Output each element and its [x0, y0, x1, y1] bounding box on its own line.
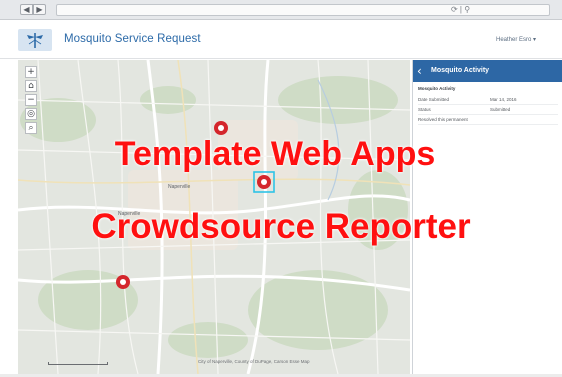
home-button[interactable]: ⌂ — [25, 80, 37, 92]
overlay-title-line-2: Crowdsource Reporter — [91, 207, 471, 246]
back-chevron-icon[interactable]: ‹ — [417, 64, 426, 78]
zoom-out-button[interactable]: − — [25, 94, 37, 106]
browser-forward-button[interactable]: ▶ — [33, 4, 46, 15]
app-logo — [18, 29, 52, 51]
mosquito-marker-icon[interactable] — [214, 121, 228, 135]
locate-button[interactable]: ◎ — [25, 108, 37, 120]
browser-toolbar: ◀ ▶ ⟳ | ⚲ — [0, 0, 562, 20]
scale-bar — [48, 362, 108, 365]
detail-value: Submitted — [490, 107, 511, 112]
overlay-title-line-1: Template Web Apps — [114, 135, 436, 173]
screenshot-frame: ◀ ▶ ⟳ | ⚲ Mosquito Service Request Heath… — [0, 0, 562, 377]
detail-row: Status Submitted — [418, 106, 558, 115]
app-header: Mosquito Service Request Heather Esro ▾ — [0, 21, 562, 59]
detail-key: Status — [418, 107, 431, 112]
panel-title: Mosquito Activity — [431, 67, 490, 74]
detail-row: Resolved this permanent — [418, 116, 558, 125]
zoom-in-button[interactable]: + — [25, 66, 37, 78]
map-label: Naperville — [168, 184, 190, 190]
browser-back-button[interactable]: ◀ — [20, 4, 33, 15]
address-bar[interactable]: ⟳ | ⚲ — [56, 4, 550, 16]
address-bar-icons[interactable]: ⟳ | ⚲ — [451, 5, 470, 15]
panel-header: ‹ Mosquito Activity — [413, 60, 562, 82]
map-controls: + ⌂ − ◎ ⌕ — [25, 66, 37, 136]
search-button[interactable]: ⌕ — [25, 122, 37, 134]
panel-subtitle: Mosquito Activity — [418, 86, 456, 91]
mosquito-logo-icon — [27, 33, 43, 48]
user-menu[interactable]: Heather Esro ▾ — [496, 36, 536, 43]
detail-row: Date Submitted Mar 14, 2016 — [418, 96, 558, 105]
detail-key: Date Submitted — [418, 97, 450, 102]
detail-value: Mar 14, 2016 — [490, 97, 517, 102]
mosquito-marker-icon[interactable] — [116, 275, 130, 289]
map-attribution: City of Naperville, County of DuPage, Ca… — [198, 359, 310, 364]
app-title: Mosquito Service Request — [64, 33, 201, 45]
detail-key: Resolved this permanent — [418, 117, 468, 122]
